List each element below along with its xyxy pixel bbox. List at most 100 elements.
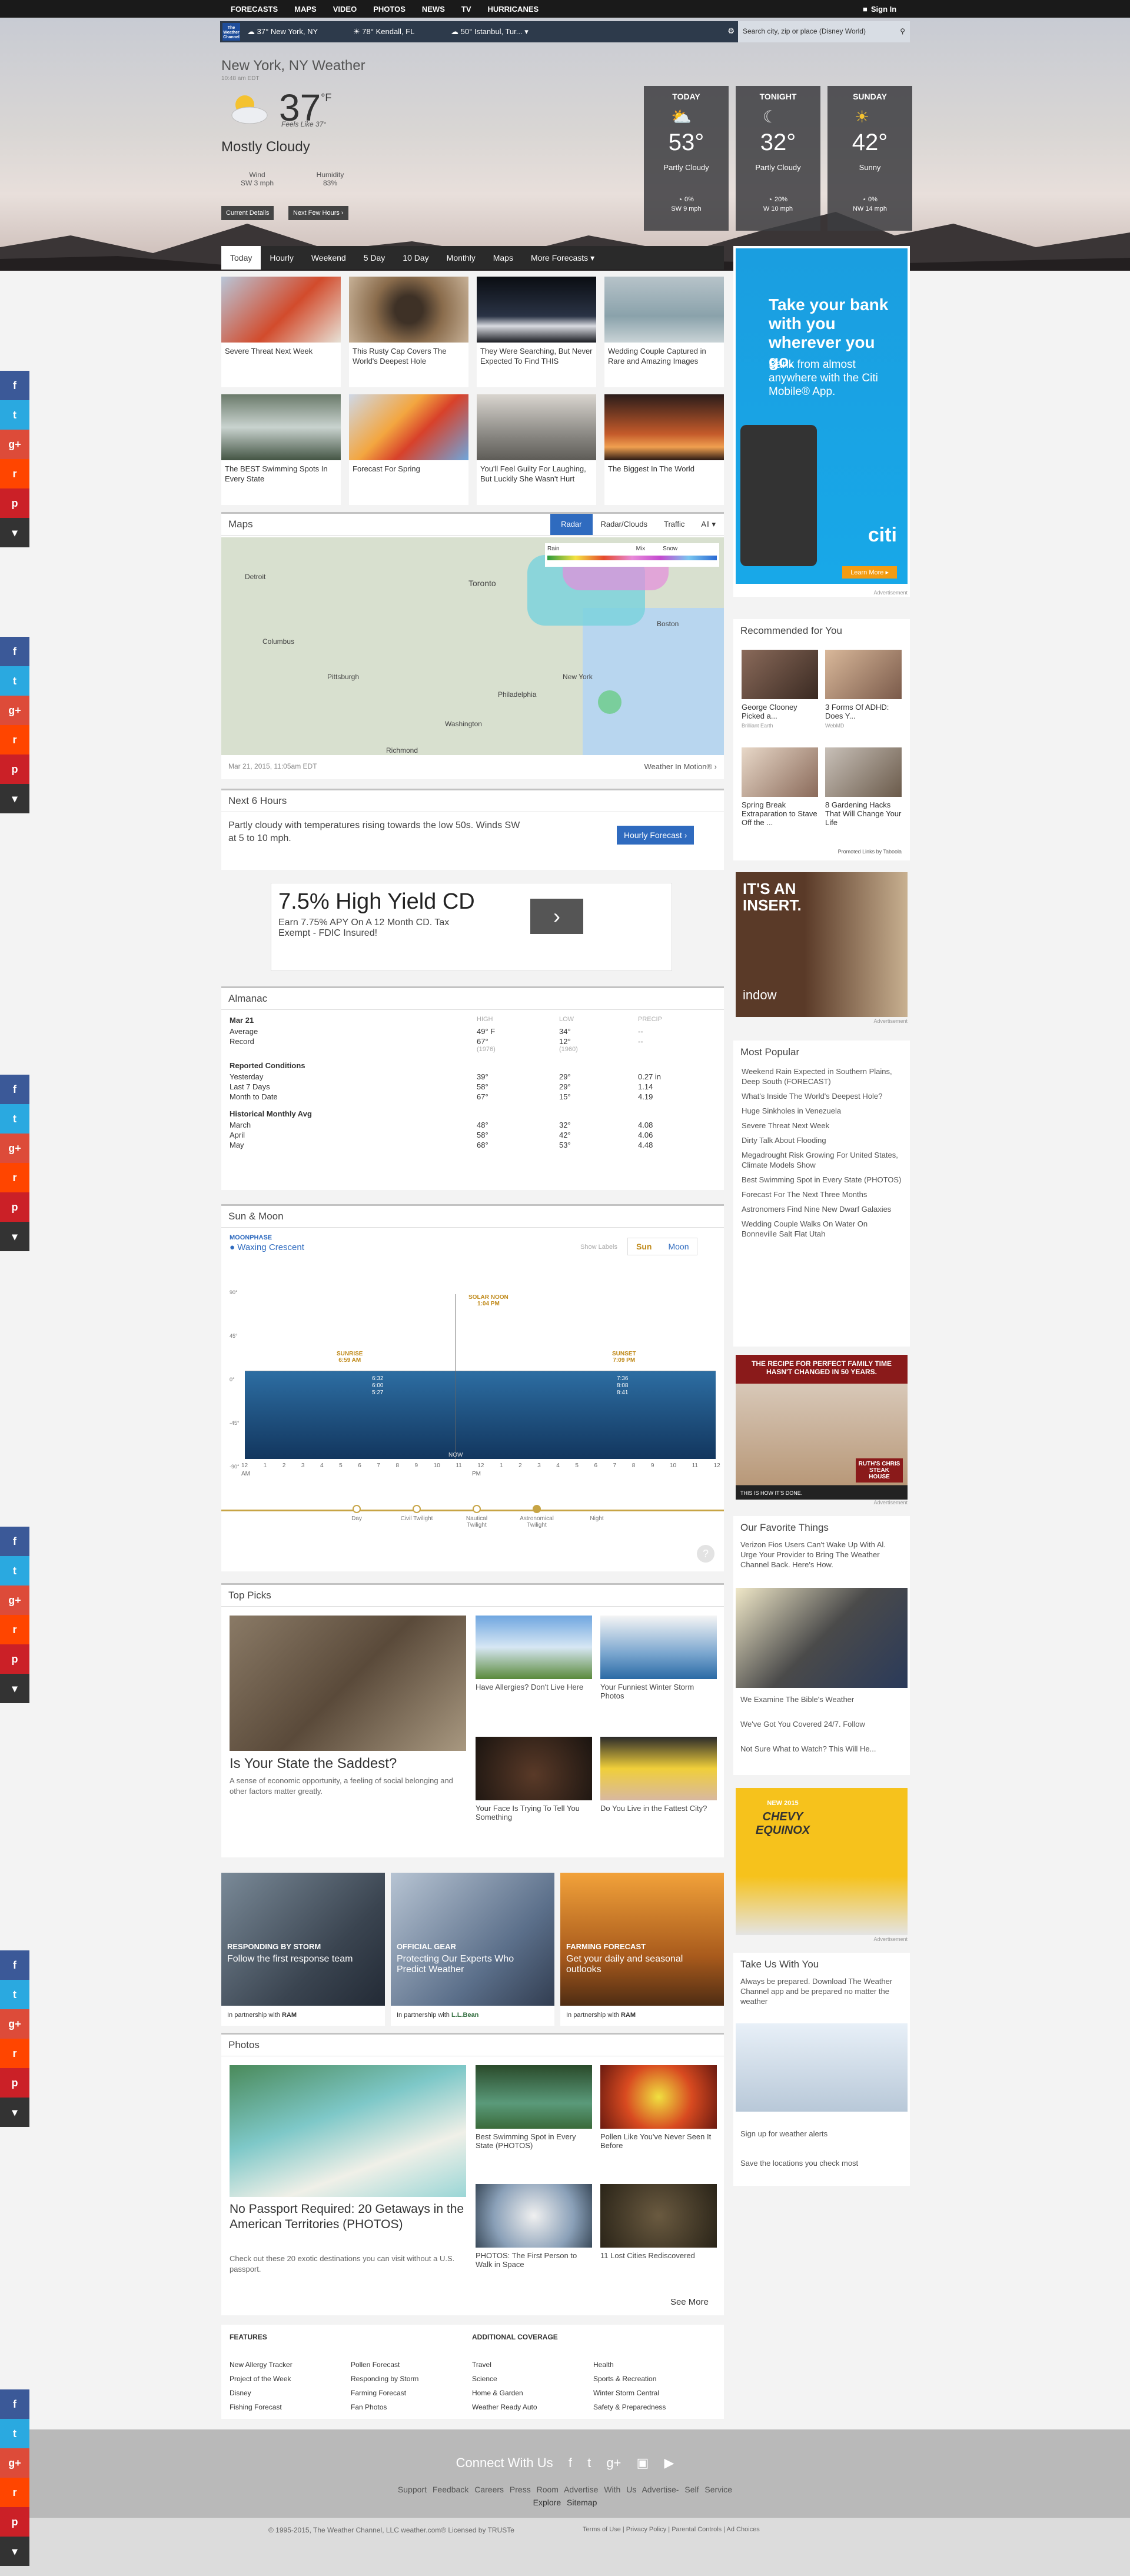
recommended-image[interactable] [742,747,818,797]
photo-item[interactable]: Best Swimming Spot in Every State (PHOTO… [476,2132,592,2150]
tab-5-day[interactable]: 5 Day [355,246,394,270]
google-plus-share-icon[interactable]: g+ [0,430,29,459]
tab-weekend[interactable]: Weekend [303,246,355,270]
google-plus-share-icon[interactable]: g+ [0,2009,29,2039]
facebook-share-icon[interactable]: f [0,2389,29,2419]
google-plus-share-icon[interactable]: g+ [0,2448,29,2478]
photos-main-title[interactable]: No Passport Required: 20 Getaways in the… [230,2202,466,2232]
google-plus-share-icon[interactable]: g+ [0,1134,29,1163]
sign-in-link[interactable]: ■ Sign In [863,5,896,14]
facebook-share-icon[interactable]: f [0,1950,29,1980]
top-pick-image[interactable] [600,1737,717,1800]
pinterest-share-icon[interactable]: p [0,1192,29,1222]
top-pick-item[interactable]: Your Face Is Trying To Tell You Somethin… [476,1804,592,1822]
more-share-icon[interactable]: ▾ [0,2098,29,2127]
facebook-icon[interactable]: f [569,2455,572,2470]
next-few-hours-button[interactable]: Next Few Hours › [288,206,348,220]
reddit-share-icon[interactable]: r [0,2478,29,2507]
ruths-chris-ad[interactable]: THE RECIPE FOR PERFECT FAMILY TIME HASN'… [733,1352,910,1507]
reddit-share-icon[interactable]: r [0,459,29,488]
twitter-share-icon[interactable]: t [0,1104,29,1134]
pinterest-share-icon[interactable]: p [0,2507,29,2537]
facebook-share-icon[interactable]: f [0,637,29,666]
more-share-icon[interactable]: ▾ [0,1222,29,1251]
more-share-icon[interactable]: ▾ [0,518,29,547]
more-share-icon[interactable]: ▾ [0,784,29,813]
learn-more-button[interactable]: Learn More ▸ [842,566,897,579]
banner-ad[interactable]: 7.5% High Yield CD Earn 7.75% APY On A 1… [271,883,672,971]
tab-more-forecasts[interactable]: More Forecasts ▾ [522,246,603,270]
tab-radar[interactable]: Radar [550,514,593,535]
forecast-today[interactable]: TODAY ⛅ 53° Partly Cloudy ⋆ 0% SW 9 mph [644,86,729,231]
photo-item[interactable]: 11 Lost Cities Rediscovered [600,2251,717,2260]
card[interactable]: You'll Feel Guilty For Laughing, But Luc… [477,394,596,505]
top-pick-image[interactable] [476,1616,592,1679]
google-plus-share-icon[interactable]: g+ [0,1586,29,1615]
reddit-share-icon[interactable]: r [0,2039,29,2068]
nav-photos[interactable]: PHOTOS [373,5,406,14]
nav-news[interactable]: NEWS [422,5,445,14]
photo-item[interactable]: Pollen Like You've Never Seen It Before [600,2132,717,2150]
tab-maps[interactable]: Maps [484,246,522,270]
photo-image[interactable] [476,2184,592,2248]
instagram-icon[interactable]: ▣ [637,2455,649,2470]
search-input[interactable]: Search city, zip or place (Disney World)… [738,21,910,42]
twitter-share-icon[interactable]: t [0,2419,29,2448]
twitter-share-icon[interactable]: t [0,666,29,696]
citi-ad[interactable]: Take your bank with you wherever you go.… [733,246,910,597]
tab-traffic[interactable]: Traffic [656,514,693,535]
facebook-share-icon[interactable]: f [0,371,29,400]
card[interactable]: Forecast For Spring [349,394,468,505]
settings-gear-icon[interactable]: ⚙ [727,26,734,36]
tab-today[interactable]: Today [221,246,261,270]
top-pick-image[interactable] [476,1737,592,1800]
radar-map[interactable]: Rain Mix Snow Toronto Boston New York Pitt… [221,537,724,755]
current-details-button[interactable]: Current Details [221,206,274,220]
reddit-share-icon[interactable]: r [0,1615,29,1644]
hourly-forecast-button[interactable]: Hourly Forecast › [617,826,694,845]
tab-moon[interactable]: Moon [660,1238,697,1255]
google-plus-icon[interactable]: g+ [606,2455,621,2470]
top-pick-item[interactable]: Have Allergies? Don't Live Here [476,1683,592,1691]
see-more-link[interactable]: See More [670,2297,709,2307]
card[interactable]: They Were Searching, But Never Expected … [477,277,596,387]
saved-location-3[interactable]: ☁ 50° Istanbul, Tur... ▾ [451,27,529,36]
pinterest-share-icon[interactable]: p [0,754,29,784]
ad-next-arrow-icon[interactable]: › [530,899,583,934]
more-share-icon[interactable]: ▾ [0,2537,29,2566]
card[interactable]: This Rusty Cap Covers The World's Deepes… [349,277,468,387]
tab-10-day[interactable]: 10 Day [394,246,437,270]
saved-location-1[interactable]: ☁ 37° New York, NY [247,27,318,36]
card[interactable]: The BEST Swimming Spots In Every State [221,394,341,505]
forecast-sunday[interactable]: SUNDAY ☀ 42° Sunny ⋆ 0% NW 14 mph [827,86,912,231]
top-pick-main-title[interactable]: Is Your State the Saddest? [230,1756,397,1772]
pinterest-share-icon[interactable]: p [0,2068,29,2098]
nav-tv[interactable]: TV [461,5,471,14]
recommended-image[interactable] [825,650,902,699]
youtube-icon[interactable]: ▶ [664,2455,674,2470]
nav-forecasts[interactable]: FORECASTS [231,5,278,14]
facebook-share-icon[interactable]: f [0,1075,29,1104]
card[interactable]: The Biggest In The World [604,394,724,505]
recommended-image[interactable] [825,747,902,797]
card[interactable]: Wedding Couple Captured in Rare and Amaz… [604,277,724,387]
nav-maps[interactable]: MAPS [294,5,317,14]
photo-image[interactable] [476,2065,592,2129]
saved-location-2[interactable]: ☀ 78° Kendall, FL [353,27,414,36]
promo-card[interactable]: RESPONDING BY STORM Follow the first res… [221,1873,385,2026]
help-icon[interactable]: ? [697,1545,714,1563]
recommended-image[interactable] [742,650,818,699]
weather-in-motion-link[interactable]: Weather In Motion® › [644,762,717,771]
tab-monthly[interactable]: Monthly [438,246,484,270]
google-plus-share-icon[interactable]: g+ [0,696,29,725]
twc-logo[interactable]: The Weather Channel [222,23,240,41]
top-pick-item[interactable]: Do You Live in the Fattest City? [600,1804,717,1813]
facebook-share-icon[interactable]: f [0,1527,29,1556]
legal-links[interactable]: Terms of Use | Privacy Policy | Parental… [583,2526,760,2533]
favorites-image[interactable] [736,1588,908,1688]
forecast-tonight[interactable]: TONIGHT ☾ 32° Partly Cloudy ⋆ 20% W 10 mph [736,86,820,231]
reddit-share-icon[interactable]: r [0,725,29,754]
twitter-share-icon[interactable]: t [0,1556,29,1586]
photo-item[interactable]: PHOTOS: The First Person to Walk in Spac… [476,2251,592,2269]
indow-ad[interactable]: IT'S AN INSERT. indow Advertisement [733,869,910,1025]
